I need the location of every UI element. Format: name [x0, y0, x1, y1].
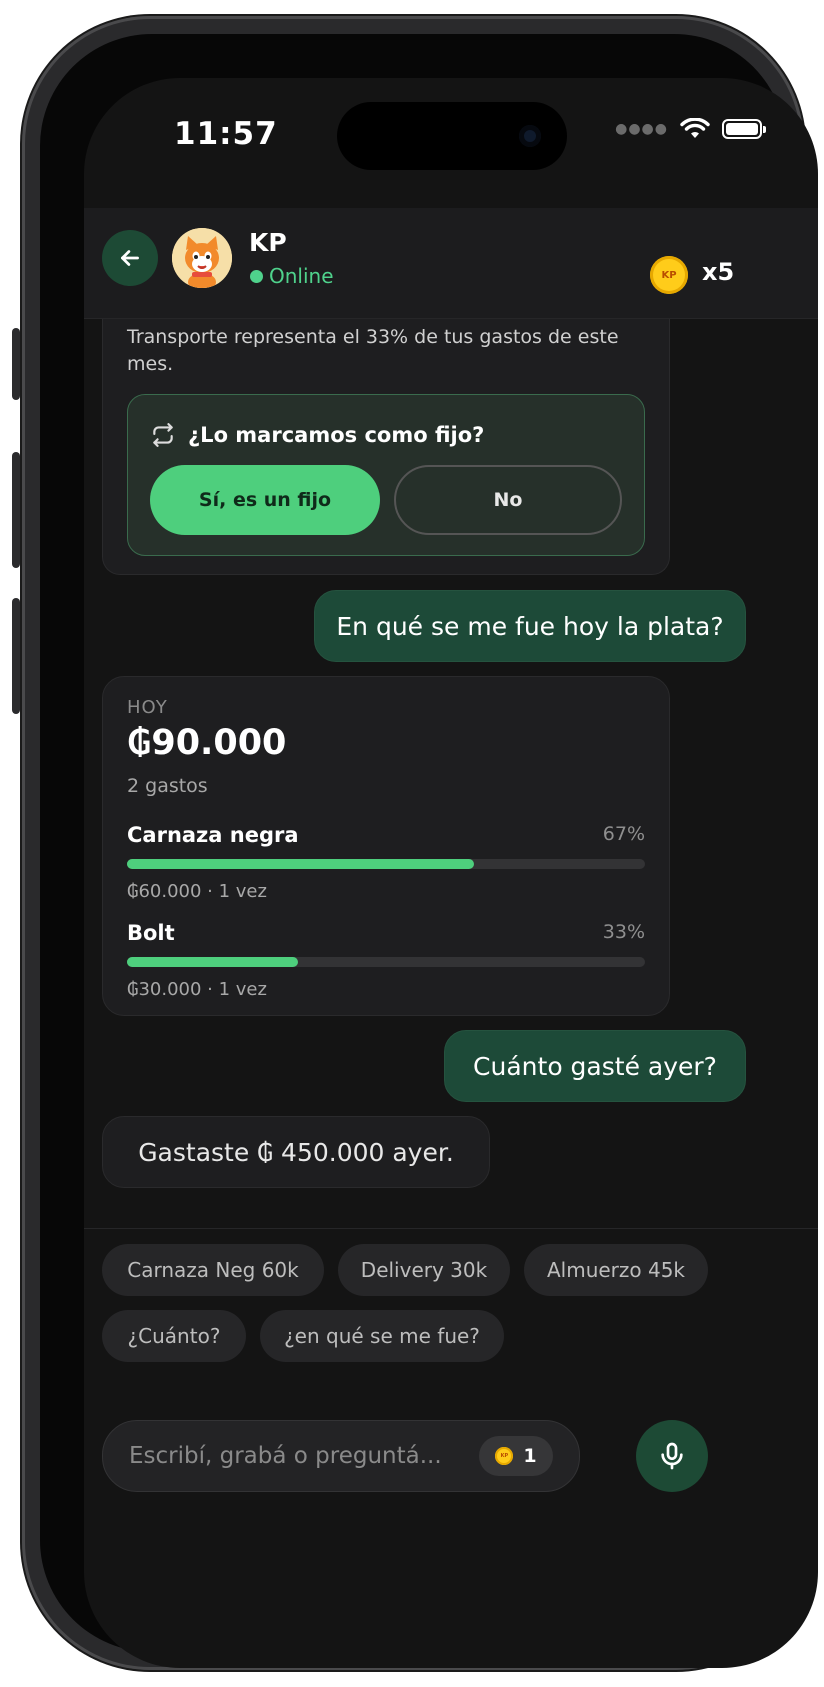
- summary-count: 2 gastos: [127, 775, 208, 797]
- kp-coin-icon: KP: [650, 256, 688, 294]
- expense-percent: 33%: [602, 921, 645, 943]
- battery-icon: [722, 119, 766, 139]
- expense-percent: 67%: [602, 823, 645, 845]
- online-dot-icon: [250, 269, 263, 283]
- prompt-title: ¿Lo marcamos como fijo?: [188, 423, 485, 447]
- cat-mascot-icon: [172, 228, 232, 288]
- not-fixed-button[interactable]: No: [394, 465, 622, 535]
- avatar[interactable]: [172, 228, 232, 288]
- camera-icon: [519, 125, 541, 147]
- fixed-expense-prompt: ¿Lo marcamos como fijo? Sí, es un fijo N…: [127, 394, 645, 556]
- divider: [84, 1228, 818, 1229]
- coin-count: x5: [702, 258, 735, 286]
- suggestion-chip[interactable]: Carnaza Neg 60k: [102, 1244, 324, 1296]
- input-placeholder: Escribí, grabá o preguntá...: [129, 1443, 442, 1469]
- signal-icon: ●●●●: [615, 121, 668, 137]
- phone-frame: 11:57 ●●●● Transporte representa el 33% …: [12, 16, 818, 1670]
- status-time: 11:57: [174, 116, 278, 152]
- summary-total: ₲90.000: [127, 723, 287, 763]
- mic-button[interactable]: [636, 1420, 708, 1492]
- kp-coin-icon: KP: [495, 1447, 514, 1465]
- message-input[interactable]: Escribí, grabá o preguntá... KP 1: [102, 1420, 580, 1492]
- daily-summary-card: HOY ₲90.000 2 gastos Carnaza negra 67% ₲…: [102, 676, 670, 1016]
- user-message: En qué se me fue hoy la plata?: [314, 590, 746, 662]
- summary-period: HOY: [127, 697, 168, 718]
- suggestion-chip[interactable]: Almuerzo 45k: [524, 1244, 708, 1296]
- microphone-icon: [661, 1442, 683, 1470]
- contact-name: KP: [249, 228, 287, 257]
- status-label: Online: [269, 264, 334, 288]
- repeat-icon: [153, 423, 173, 447]
- insight-card: Transporte representa el 33% de tus gast…: [102, 298, 670, 575]
- expense-meta: ₲30.000 · 1 vez: [127, 979, 267, 1000]
- wifi-icon: [680, 118, 710, 138]
- expense-progress-fill: [127, 957, 298, 967]
- expense-progress-track: [127, 859, 645, 869]
- credit-count: 1: [523, 1445, 537, 1467]
- mark-fixed-button[interactable]: Sí, es un fijo: [150, 465, 380, 535]
- arrow-left-icon: [121, 250, 139, 266]
- action-button: [12, 328, 20, 400]
- bezel: 11:57 ●●●● Transporte representa el 33% …: [40, 34, 818, 1668]
- dynamic-island: [337, 102, 567, 170]
- volume-down-button: [12, 598, 20, 714]
- expense-name: Bolt: [127, 921, 175, 945]
- suggestion-chip[interactable]: Delivery 30k: [338, 1244, 510, 1296]
- status-icons: ●●●●: [615, 118, 766, 140]
- suggestion-chip[interactable]: ¿Cuánto?: [102, 1310, 246, 1362]
- expense-meta: ₲60.000 · 1 vez: [127, 881, 267, 902]
- expense-progress-track: [127, 957, 645, 967]
- back-button[interactable]: [102, 230, 158, 286]
- expense-progress-fill: [127, 859, 475, 869]
- online-status: Online: [250, 264, 334, 288]
- suggestion-chip[interactable]: ¿en qué se me fue?: [260, 1310, 504, 1362]
- user-message: Cuánto gasté ayer?: [444, 1030, 746, 1102]
- expense-name: Carnaza negra: [127, 823, 299, 847]
- chat-header: KP Online KP x5: [84, 208, 818, 319]
- volume-up-button: [12, 452, 20, 568]
- insight-text: Transporte representa el 33% de tus gast…: [127, 326, 619, 375]
- bot-message: Gastaste ₲ 450.000 ayer.: [102, 1116, 490, 1188]
- credit-badge[interactable]: KP 1: [479, 1436, 553, 1476]
- screen: 11:57 ●●●● Transporte representa el 33% …: [84, 78, 818, 1668]
